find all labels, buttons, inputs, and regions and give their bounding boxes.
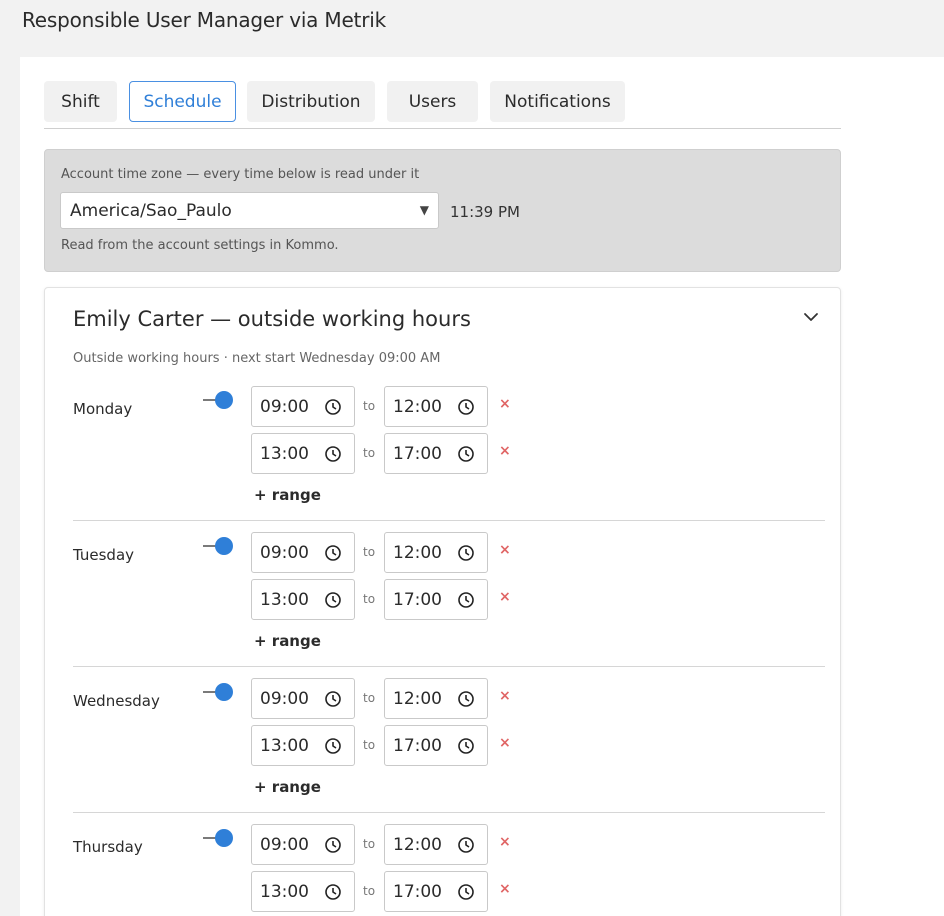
day-divider [73,520,825,521]
chevron-down-icon[interactable] [799,305,823,329]
user-status: Outside working hours · next start Wedne… [73,351,441,366]
range-from-input[interactable]: 09:00 [251,386,355,427]
clock-icon [458,545,474,561]
remove-range-button[interactable]: × [499,881,511,897]
user-schedule-card: Emily Carter — outside working hours Out… [44,287,841,916]
range-from-input[interactable]: 09:00 [251,532,355,573]
clock-icon [458,837,474,853]
range-from-input[interactable]: 13:00 [251,433,355,474]
tab-distribution[interactable]: Distribution [247,81,375,122]
clock-icon [325,399,341,415]
clock-icon [325,446,341,462]
day-toggle[interactable] [203,536,235,556]
clock-icon [458,884,474,900]
range-from-input[interactable]: 13:00 [251,579,355,620]
range-from-input[interactable]: 09:00 [251,824,355,865]
app-title: Responsible User Manager via Metrik [22,8,386,32]
timezone-box: Account time zone — every time below is … [44,149,841,272]
to-label: to [363,738,376,752]
tab-bar: Shift Schedule Distribution Users Notifi… [44,81,841,129]
range-from-input[interactable]: 13:00 [251,871,355,912]
remove-range-button[interactable]: × [499,589,511,605]
range-to-input[interactable]: 17:00 [384,725,488,766]
remove-range-button[interactable]: × [499,688,511,704]
timezone-value: America/Sao_Paulo [70,200,232,221]
timezone-label: Account time zone — every time below is … [61,167,420,182]
day-name: Tuesday [73,546,135,564]
range-to-input[interactable]: 17:00 [384,433,488,474]
range-to-input[interactable]: 17:00 [384,871,488,912]
to-label: to [363,691,376,705]
timezone-current-time: 11:39 PM [450,203,520,221]
to-label: to [363,399,376,413]
day-divider [73,666,825,667]
remove-range-button[interactable]: × [499,443,511,459]
clock-icon [458,399,474,415]
remove-range-button[interactable]: × [499,396,511,412]
clock-icon [325,592,341,608]
remove-range-button[interactable]: × [499,542,511,558]
range-from-input[interactable]: 09:00 [251,678,355,719]
clock-icon [458,446,474,462]
clock-icon [325,884,341,900]
to-label: to [363,884,376,898]
tab-shift[interactable]: Shift [44,81,117,122]
range-from-input[interactable]: 13:00 [251,725,355,766]
add-range-button[interactable]: + range [254,632,321,650]
day-toggle[interactable] [203,828,235,848]
day-toggle[interactable] [203,390,235,410]
range-to-input[interactable]: 17:00 [384,579,488,620]
day-toggle[interactable] [203,682,235,702]
tab-schedule[interactable]: Schedule [129,81,236,122]
day-name: Thursday [73,838,143,856]
clock-icon [325,691,341,707]
add-range-button[interactable]: + range [254,486,321,504]
add-range-button[interactable]: + range [254,778,321,796]
range-to-input[interactable]: 12:00 [384,386,488,427]
caret-down-icon: ▼ [419,203,429,217]
main-panel: Shift Schedule Distribution Users Notifi… [20,57,944,916]
timezone-note: Read from the account settings in Kommo. [61,238,339,253]
clock-icon [458,738,474,754]
to-label: to [363,592,376,606]
clock-icon [325,738,341,754]
to-label: to [363,837,376,851]
to-label: to [363,545,376,559]
clock-icon [325,545,341,561]
to-label: to [363,446,376,460]
remove-range-button[interactable]: × [499,834,511,850]
remove-range-button[interactable]: × [499,735,511,751]
range-to-input[interactable]: 12:00 [384,532,488,573]
user-title: Emily Carter — outside working hours [73,307,471,331]
clock-icon [325,837,341,853]
clock-icon [458,691,474,707]
tab-notifications[interactable]: Notifications [490,81,625,122]
range-to-input[interactable]: 12:00 [384,678,488,719]
day-divider [73,812,825,813]
day-name: Monday [73,400,133,418]
timezone-select[interactable]: America/Sao_Paulo ▼ [60,192,439,229]
clock-icon [458,592,474,608]
tab-users[interactable]: Users [387,81,478,122]
day-name: Wednesday [73,692,160,710]
range-to-input[interactable]: 12:00 [384,824,488,865]
